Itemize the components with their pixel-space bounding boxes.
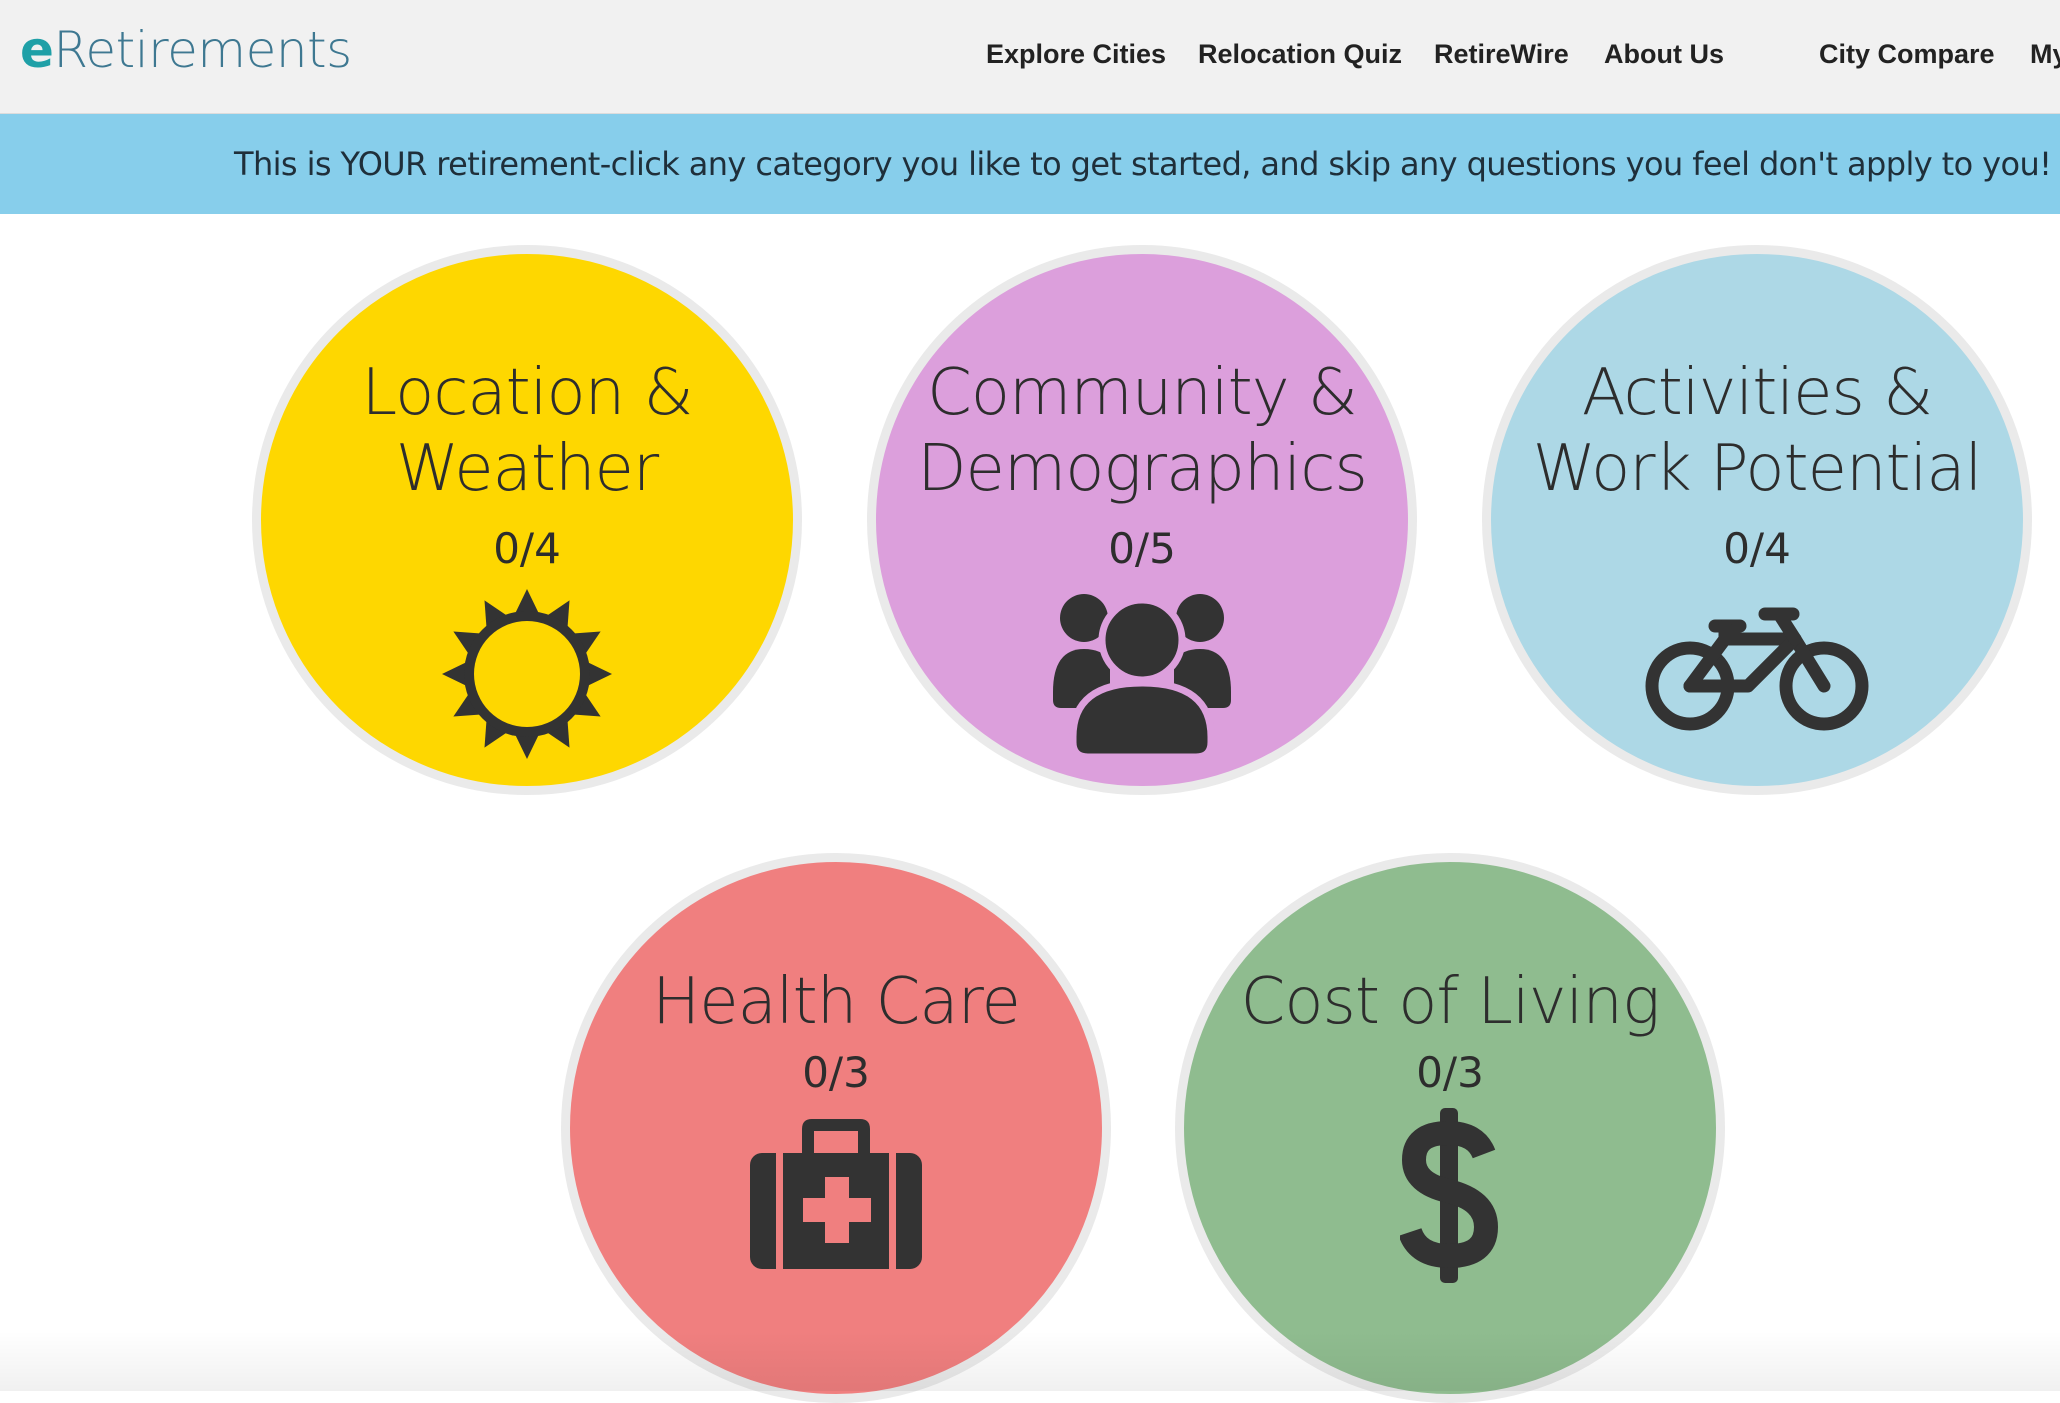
category-title: Health Care <box>652 965 1021 1039</box>
category-progress: 0/4 <box>493 524 561 573</box>
sun-icon <box>442 589 612 764</box>
category-title-line1: Community & <box>927 356 1358 430</box>
main-nav: Explore Cities Relocation Quiz RetireWir… <box>0 0 2060 112</box>
dollar-icon <box>1398 1108 1500 1288</box>
category-activities-work[interactable]: Activities & Work Potential 0/4 <box>1482 245 2032 795</box>
category-location-weather[interactable]: Location & Weather 0/4 <box>252 245 802 795</box>
banner-text: This is YOUR retirement-click any catego… <box>234 145 2052 183</box>
people-icon <box>1047 582 1237 762</box>
category-title-line2: Weather <box>395 432 659 506</box>
category-progress: 0/5 <box>1108 524 1176 573</box>
nav-retirewire[interactable]: RetireWire <box>1434 36 1569 72</box>
category-progress: 0/4 <box>1723 524 1791 573</box>
category-progress: 0/3 <box>1416 1048 1484 1097</box>
bottom-shadow <box>0 1331 2060 1391</box>
category-title-line1: Activities & <box>1581 356 1933 430</box>
category-cost-of-living[interactable]: Cost of Living 0/3 <box>1175 853 1725 1403</box>
nav-city-compare[interactable]: City Compare <box>1819 36 1995 72</box>
bicycle-icon <box>1645 604 1869 739</box>
category-progress: 0/3 <box>802 1048 870 1097</box>
nav-about-us[interactable]: About Us <box>1604 36 1724 72</box>
category-title-line1: Location & <box>361 356 694 430</box>
nav-explore-cities[interactable]: Explore Cities <box>986 36 1166 72</box>
info-banner: This is YOUR retirement-click any catego… <box>0 114 2060 214</box>
nav-my-account[interactable]: My <box>2030 36 2060 72</box>
medical-kit-icon <box>750 1117 922 1274</box>
category-title-line2: Demographics <box>917 432 1368 506</box>
category-title: Cost of Living <box>1240 965 1661 1039</box>
site-header: eRetirements Explore Cities Relocation Q… <box>0 0 2060 114</box>
category-health-care[interactable]: Health Care 0/3 <box>561 853 1111 1403</box>
category-community-demographics[interactable]: Community & Demographics 0/5 <box>867 245 1417 795</box>
nav-relocation-quiz[interactable]: Relocation Quiz <box>1198 36 1402 72</box>
category-title-line2: Work Potential <box>1532 432 1983 506</box>
